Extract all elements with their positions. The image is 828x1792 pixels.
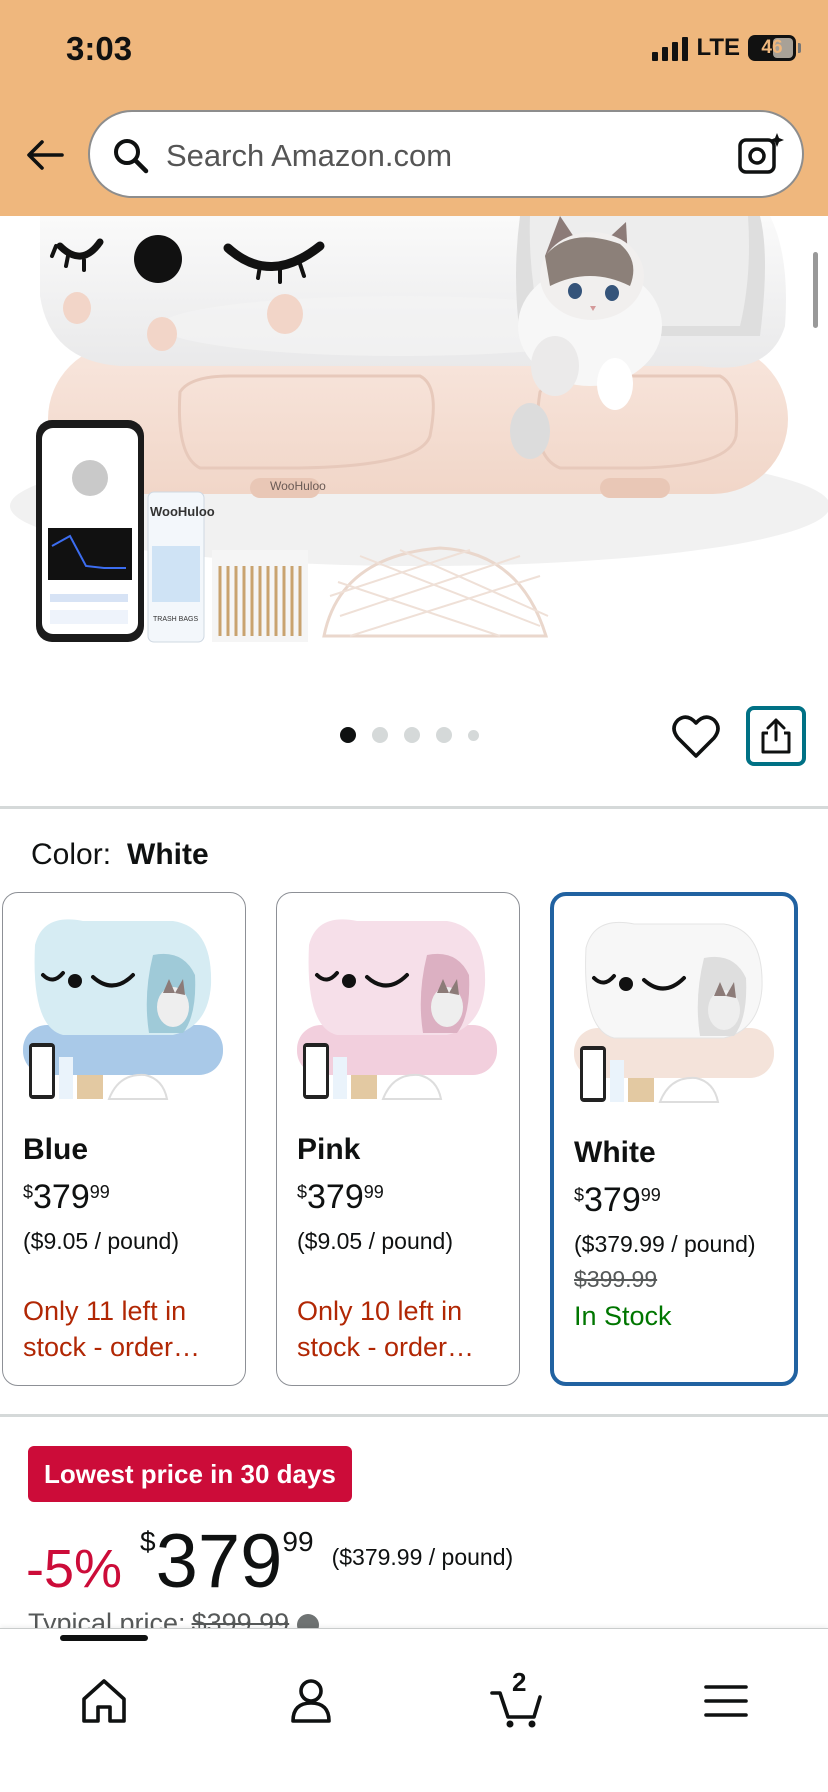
swatch-name: Pink — [297, 1133, 361, 1166]
swatch-unit-price: ($379.99 / pound) — [574, 1231, 756, 1257]
share-button[interactable] — [746, 706, 806, 766]
battery-level: 46 — [761, 37, 783, 58]
back-arrow-icon[interactable] — [24, 134, 66, 176]
bottom-nav: 2 — [0, 1628, 828, 1792]
camera-icon[interactable] — [736, 130, 786, 180]
swatch-image — [297, 919, 497, 1100]
carousel-dot[interactable] — [340, 727, 356, 743]
status-indicators: LTE 46 — [652, 34, 801, 62]
color-label: Color: — [31, 838, 112, 871]
app-frame: 3:03 LTE 46 Search Amazon.com WooHuloo W… — [0, 0, 828, 1792]
carousel-dot[interactable] — [404, 727, 420, 743]
swatch-stock: Only 10 left in stock - order… — [297, 1296, 475, 1362]
color-selector-label: Color: White — [31, 838, 209, 872]
swatch-price: $37999 — [297, 1178, 384, 1216]
color-swatch-blue[interactable]: Blue $37999 ($9.05 / pound) Only 11 left… — [2, 892, 246, 1386]
section-divider — [0, 806, 828, 809]
color-swatch-white[interactable]: White $37999 ($379.99 / pound) $399.99 I… — [550, 892, 798, 1386]
account-icon[interactable] — [283, 1673, 339, 1729]
search-input[interactable] — [166, 134, 686, 178]
menu-icon[interactable] — [698, 1673, 754, 1729]
carousel-dot[interactable] — [372, 727, 388, 743]
swatch-unit-price: ($9.05 / pound) — [23, 1228, 180, 1254]
brand-text: WooHuloo — [270, 479, 326, 493]
header: 3:03 LTE 46 — [0, 0, 828, 216]
signal-icon — [652, 35, 689, 61]
cart-count: 2 — [512, 1667, 527, 1697]
swatch-image — [23, 919, 223, 1100]
swatch-name: Blue — [23, 1133, 89, 1166]
scrollbar[interactable] — [813, 252, 818, 328]
price-block: -5% $ 379 99 ($379.99 / pound) — [26, 1520, 513, 1600]
discount-percent: -5% — [26, 1539, 123, 1599]
carousel-dot[interactable] — [468, 729, 479, 741]
swatch-stock: Only 11 left in stock - order… — [23, 1296, 201, 1362]
section-divider — [0, 1414, 828, 1417]
can-label: WooHuloo — [150, 504, 215, 519]
deal-badge: Lowest price in 30 days — [28, 1446, 352, 1502]
color-swatch-pink[interactable]: Pink $37999 ($9.05 / pound) Only 10 left… — [276, 892, 520, 1386]
network-label: LTE — [696, 34, 740, 61]
unit-price: ($379.99 / pound) — [331, 1544, 514, 1570]
home-icon[interactable] — [76, 1673, 132, 1729]
swatch-name: White — [574, 1136, 656, 1169]
swatch-stock: In Stock — [574, 1301, 672, 1331]
heart-icon[interactable] — [672, 714, 720, 760]
battery-icon: 46 — [748, 35, 801, 61]
status-time: 3:03 — [66, 30, 133, 67]
current-price: $ 379 99 — [140, 1519, 314, 1604]
can-sublabel: TRASH BAGS — [153, 616, 198, 623]
swatch-price: $37999 — [574, 1181, 661, 1219]
swatch-image — [574, 921, 774, 1103]
active-tab-indicator — [60, 1635, 148, 1641]
share-icon — [761, 718, 791, 754]
cart-button[interactable]: 2 — [488, 1667, 544, 1729]
carousel-dots[interactable] — [340, 727, 479, 743]
selected-color: White — [127, 838, 209, 871]
carousel-dot[interactable] — [436, 727, 452, 743]
swatch-price: $37999 — [23, 1178, 110, 1216]
swatch-list-price: $399.99 — [574, 1266, 658, 1292]
swatch-unit-price: ($9.05 / pound) — [297, 1228, 454, 1254]
search-bar[interactable] — [88, 110, 804, 198]
search-icon — [114, 139, 149, 174]
